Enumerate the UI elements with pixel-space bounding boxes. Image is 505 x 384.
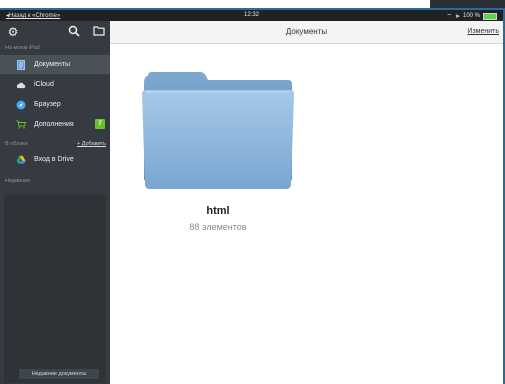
location-icon: ➤ (454, 13, 460, 20)
sidebar-item-label: Документы (34, 61, 71, 68)
section-recent-header: Недавние (5, 178, 31, 184)
status-bar: ◂Назад к «Chrome» 12:32 ⌔ ➤ 100 % (0, 10, 503, 21)
battery-icon (483, 12, 497, 20)
recent-documents-button[interactable]: Недавние документы (19, 369, 99, 379)
sidebar-item-label: iCloud (34, 81, 54, 88)
status-right: ⌔ ➤ 100 % (446, 12, 497, 20)
document-icon (16, 59, 26, 70)
sidebar-item-documents[interactable]: Документы (0, 55, 110, 74)
top-right-strip (430, 0, 505, 8)
folder-icon[interactable] (138, 70, 298, 192)
add-cloud-link[interactable]: + Добавить (77, 141, 106, 147)
gear-icon[interactable]: ⚙ (6, 25, 20, 39)
sidebar-item-label: Вход в Drive (34, 156, 74, 163)
sidebar: ⚙ На моем iPad Документы iCloud Браузер … (0, 21, 110, 384)
new-folder-icon[interactable] (92, 25, 106, 39)
sidebar-item-label: Дополнения (34, 121, 74, 128)
page-title: Документы (285, 27, 328, 36)
sidebar-item-label: Браузер (34, 101, 61, 108)
sidebar-item-drive[interactable]: Вход в Drive (0, 150, 110, 169)
edit-button[interactable]: Изменить (467, 28, 499, 35)
section-device-header: На моем iPad (5, 45, 40, 51)
folder-name[interactable]: html (138, 205, 298, 217)
compass-icon (16, 100, 26, 110)
folder-item-count: 88 элементов (189, 222, 247, 232)
sidebar-item-addons[interactable]: Дополнения 7 (0, 115, 110, 134)
cloud-icon (16, 80, 26, 90)
sidebar-item-icloud[interactable]: iCloud (0, 75, 110, 94)
section-cloud-header: В облаке (5, 141, 28, 147)
status-time: 12:32 (243, 12, 259, 18)
search-icon[interactable] (67, 25, 81, 39)
sidebar-item-browser[interactable]: Браузер (0, 95, 110, 114)
sidebar-toolbar: ⚙ (0, 21, 110, 43)
nav-bar: Документы Изменить (110, 21, 503, 44)
recent-list: Недавние документы (4, 195, 106, 383)
wifi-icon: ⌔ (446, 14, 452, 20)
addons-badge: 7 (95, 119, 105, 129)
app-window: ◂Назад к «Chrome» 12:32 ⌔ ➤ 100 % ⚙ На м… (0, 0, 505, 384)
cart-icon (16, 120, 26, 130)
battery-percent: 100 % (462, 13, 480, 19)
drive-icon (16, 155, 26, 165)
